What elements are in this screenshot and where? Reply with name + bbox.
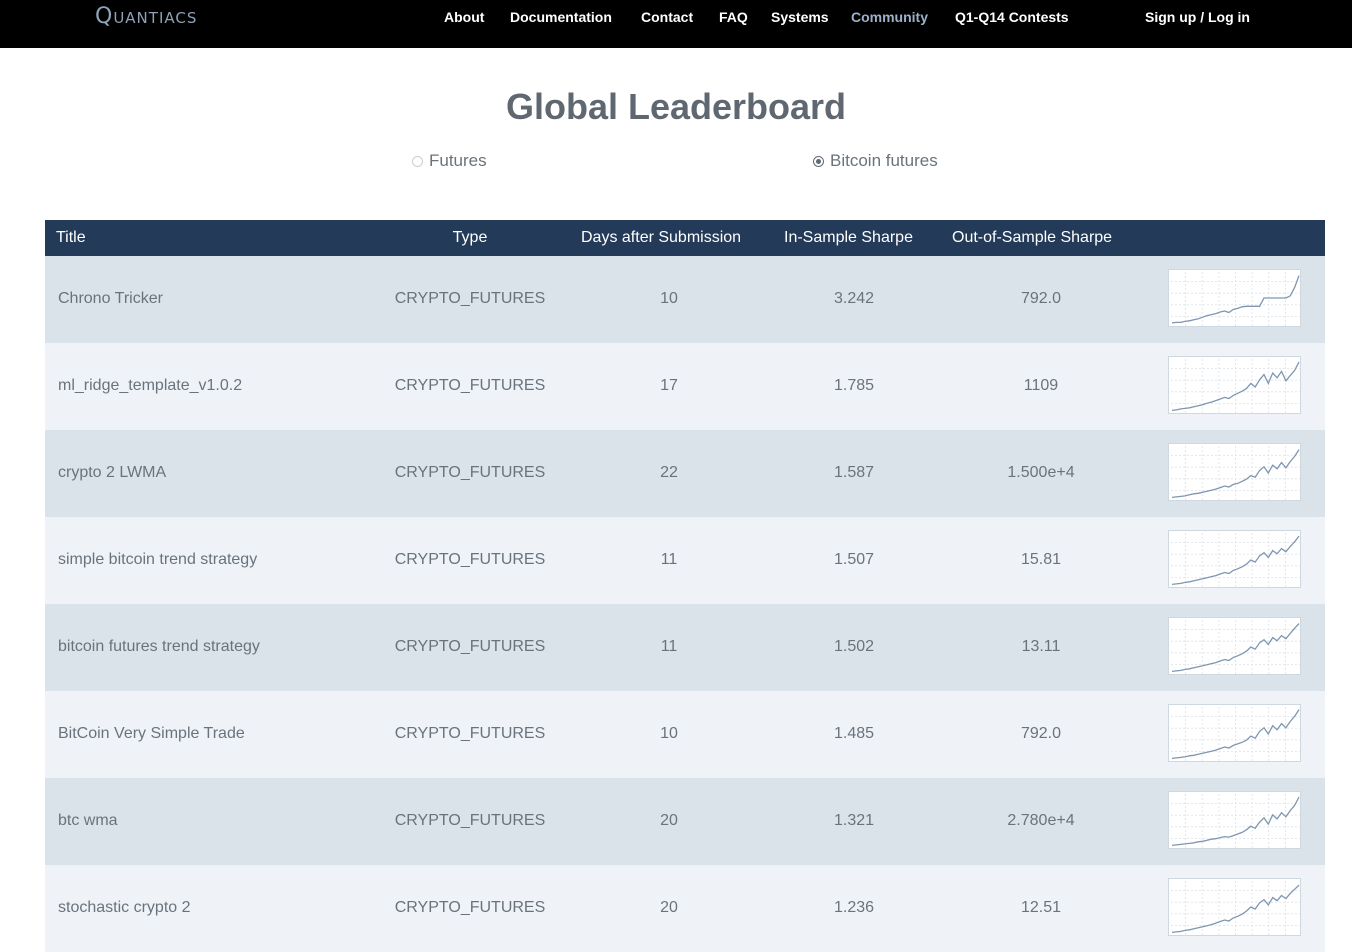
column-header-out-of-sample-sharpe[interactable]: Out-of-Sample Sharpe bbox=[952, 229, 1112, 247]
equity-curve-icon bbox=[1168, 356, 1301, 414]
row-days-after-submission: 22 bbox=[660, 464, 678, 481]
row-out-of-sample-sharpe: 13.11 bbox=[1021, 638, 1061, 655]
equity-curve-icon bbox=[1168, 878, 1301, 936]
page-title: Global Leaderboard bbox=[505, 86, 847, 127]
row-type: CRYPTO_FUTURES bbox=[394, 899, 546, 916]
row-title[interactable]: Chrono Tricker bbox=[58, 290, 163, 308]
row-title[interactable]: btc wma bbox=[58, 812, 118, 830]
equity-curve-line bbox=[1171, 275, 1300, 324]
radio-futures-label: Futures bbox=[429, 151, 487, 170]
row-days-after-submission: 17 bbox=[660, 377, 678, 394]
equity-curve-icon bbox=[1168, 617, 1301, 675]
nav-contact[interactable]: Contact bbox=[641, 9, 693, 25]
radio-checked-icon bbox=[813, 155, 824, 167]
row-out-of-sample-sharpe: 2.780e+4 bbox=[1007, 812, 1075, 829]
leaderboard-table: Title Type Days after Submission In-Samp… bbox=[45, 220, 1325, 952]
row-out-of-sample-sharpe: 792.0 bbox=[1020, 290, 1062, 307]
table-body: Chrono Tricker CRYPTO_FUTURES 10 3.242 792.0… bbox=[45, 256, 1325, 952]
nav-systems[interactable]: Systems bbox=[771, 9, 829, 25]
row-type: CRYPTO_FUTURES bbox=[394, 377, 546, 394]
row-days-after-submission: 20 bbox=[660, 899, 678, 916]
row-out-of-sample-sharpe: 792.0 bbox=[1020, 725, 1062, 742]
row-type: CRYPTO_FUTURES bbox=[394, 812, 546, 829]
radio-bitcoin-futures[interactable]: Bitcoin futures bbox=[813, 151, 938, 171]
equity-curve-icon bbox=[1168, 443, 1301, 501]
column-header-in-sample-sharpe[interactable]: In-Sample Sharpe bbox=[784, 229, 913, 247]
equity-curve-icon bbox=[1168, 269, 1301, 327]
row-in-sample-sharpe: 3.242 bbox=[833, 290, 875, 307]
table-row[interactable]: crypto 2 LWMA CRYPTO_FUTURES 22 1.587 1.500e… bbox=[45, 430, 1325, 517]
row-title[interactable]: simple bitcoin trend strategy bbox=[58, 551, 257, 569]
row-days-after-submission: 11 bbox=[660, 551, 678, 568]
nav-faq[interactable]: FAQ bbox=[719, 9, 748, 25]
row-type: CRYPTO_FUTURES bbox=[394, 464, 546, 481]
radio-bitcoin-futures-label: Bitcoin futures bbox=[830, 151, 938, 170]
row-title[interactable]: BitCoin Very Simple Trade bbox=[58, 725, 245, 743]
row-days-after-submission: 11 bbox=[660, 638, 678, 655]
nav-contests[interactable]: Q1-Q14 Contests bbox=[955, 9, 1069, 25]
row-out-of-sample-sharpe: 15.81 bbox=[1020, 551, 1062, 568]
equity-curve-icon bbox=[1168, 791, 1301, 849]
sign-up-login-link[interactable]: Sign up / Log in bbox=[1145, 9, 1250, 25]
row-title[interactable]: crypto 2 LWMA bbox=[58, 464, 166, 482]
table-row[interactable]: btc wma CRYPTO_FUTURES 20 1.321 2.780e+4 bbox=[45, 778, 1325, 865]
row-type: CRYPTO_FUTURES bbox=[394, 551, 546, 568]
row-type: CRYPTO_FUTURES bbox=[394, 725, 546, 742]
table-row[interactable]: stochastic crypto 2 CRYPTO_FUTURES 20 1.236… bbox=[45, 865, 1325, 952]
equity-curve-icon bbox=[1168, 530, 1301, 588]
table-header: Title Type Days after Submission In-Samp… bbox=[45, 220, 1325, 256]
row-out-of-sample-sharpe: 12.51 bbox=[1020, 899, 1062, 916]
column-header-title[interactable]: Title bbox=[56, 229, 86, 247]
row-out-of-sample-sharpe: 1.500e+4 bbox=[1007, 464, 1075, 481]
nav-documentation[interactable]: Documentation bbox=[510, 9, 612, 25]
row-title[interactable]: bitcoin futures trend strategy bbox=[58, 638, 260, 656]
table-row[interactable]: BitCoin Very Simple Trade CRYPTO_FUTURES 1… bbox=[45, 691, 1325, 778]
row-in-sample-sharpe: 1.785 bbox=[833, 377, 875, 394]
top-nav-bar: Quantiacs About Documentation Contact FA… bbox=[0, 0, 1352, 48]
row-out-of-sample-sharpe: 1109 bbox=[1023, 377, 1059, 394]
row-in-sample-sharpe: 1.321 bbox=[833, 812, 875, 829]
row-in-sample-sharpe: 1.485 bbox=[833, 725, 875, 742]
row-days-after-submission: 20 bbox=[660, 812, 678, 829]
table-row[interactable]: ml_ridge_template_v1.0.2 CRYPTO_FUTURES 17… bbox=[45, 343, 1325, 430]
table-row[interactable]: Chrono Tricker CRYPTO_FUTURES 10 3.242 792.0 bbox=[45, 256, 1325, 343]
table-row[interactable]: bitcoin futures trend strategy CRYPTO_FUT… bbox=[45, 604, 1325, 691]
row-days-after-submission: 10 bbox=[660, 725, 678, 742]
column-header-days[interactable]: Days after Submission bbox=[581, 229, 741, 247]
row-type: CRYPTO_FUTURES bbox=[394, 638, 546, 655]
row-in-sample-sharpe: 1.507 bbox=[833, 551, 875, 568]
row-in-sample-sharpe: 1.236 bbox=[833, 899, 875, 916]
radio-futures[interactable]: Futures bbox=[412, 151, 487, 171]
row-in-sample-sharpe: 1.587 bbox=[833, 464, 875, 481]
row-title[interactable]: ml_ridge_template_v1.0.2 bbox=[58, 377, 242, 395]
radio-unchecked-icon bbox=[412, 155, 423, 167]
column-header-type[interactable]: Type bbox=[315, 229, 625, 247]
row-in-sample-sharpe: 1.502 bbox=[833, 638, 875, 655]
table-row[interactable]: simple bitcoin trend strategy CRYPTO_FUTU… bbox=[45, 517, 1325, 604]
row-days-after-submission: 10 bbox=[660, 290, 678, 307]
nav-community[interactable]: Community bbox=[851, 9, 928, 25]
quantiacs-logo[interactable]: Quantiacs bbox=[95, 4, 197, 29]
equity-curve-icon bbox=[1168, 704, 1301, 762]
nav-about[interactable]: About bbox=[444, 9, 484, 25]
row-type: CRYPTO_FUTURES bbox=[394, 290, 546, 307]
row-title[interactable]: stochastic crypto 2 bbox=[58, 899, 191, 917]
